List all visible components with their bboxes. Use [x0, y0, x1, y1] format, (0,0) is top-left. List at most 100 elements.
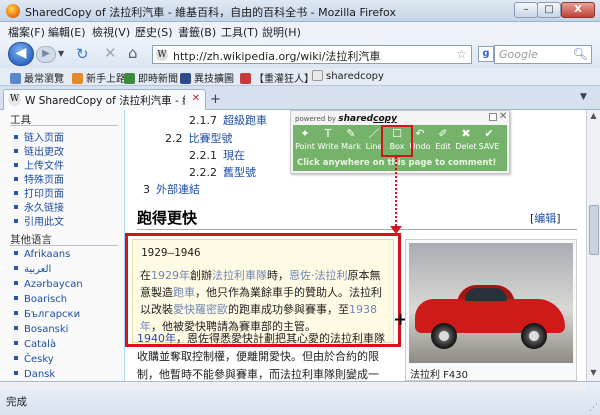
tab-title: W SharedCopy of 法拉利汽車 - 維基百...: [25, 95, 185, 107]
close-window-button[interactable]: X: [561, 2, 595, 18]
link-sportscar[interactable]: 跑車: [173, 286, 195, 299]
paragraph-line: 以改裝愛快羅密歐的跑車成功參與賽事，至1938: [140, 301, 377, 318]
ferrari-car-image[interactable]: [409, 243, 573, 363]
toc-label: 現在: [223, 149, 245, 162]
url-text[interactable]: http://zh.wikipedia.org/wiki/法拉利汽車: [173, 48, 380, 64]
minimize-button[interactable]: –: [514, 2, 538, 18]
sidebar-item-lang[interactable]: Azərbaycan: [14, 279, 83, 290]
callout-arrow-icon: [390, 226, 402, 234]
bookmark-item[interactable]: 異技擴圖: [180, 70, 234, 85]
menu-tools[interactable]: 工具(T): [221, 24, 258, 40]
bookmark-star-icon[interactable]: ☆: [456, 47, 467, 61]
menu-bookmarks[interactable]: 書籤(B): [178, 24, 216, 40]
sidebar-item-print[interactable]: 打印页面: [14, 185, 64, 200]
navigation-toolbar: ◀ ▶ ▼ ↻ ✕ ⌂ W http://zh.wikipedia.org/wi…: [0, 40, 600, 68]
bookmark-label: 新手上路: [86, 74, 126, 85]
link-1938[interactable]: 1938: [349, 303, 377, 316]
close-icon[interactable]: ✕: [499, 111, 507, 122]
toc-item[interactable]: 3 外部連結: [143, 181, 200, 197]
menu-file[interactable]: 檔案(F): [8, 24, 45, 40]
scroll-down-icon[interactable]: ▼: [588, 368, 599, 380]
tab-active[interactable]: W W SharedCopy of 法拉利汽車 - 維基百... ✕: [3, 89, 206, 110]
link-enzo[interactable]: 恩佐·法拉利: [289, 269, 348, 282]
sidebar-item-label: Bosanski: [24, 324, 69, 335]
home-icon[interactable]: ⌂: [128, 44, 138, 62]
menu-view[interactable]: 檢視(V): [92, 24, 130, 40]
close-tab-icon[interactable]: ✕: [192, 93, 200, 104]
sidebar-item-lang[interactable]: Afrikaans: [14, 249, 70, 260]
text: 的跑車成功參與賽事，至: [228, 303, 349, 316]
edit-section-link[interactable]: [编辑]: [530, 210, 561, 226]
bullet-icon: [14, 356, 18, 360]
link-1929[interactable]: 1929年: [151, 269, 190, 282]
text: 創辦: [190, 269, 212, 282]
sidebar-item-upload[interactable]: 上传文件: [14, 157, 64, 172]
new-tab-button[interactable]: +: [210, 92, 221, 107]
link-scuderia[interactable]: 法拉利車隊: [212, 269, 267, 282]
toc-item[interactable]: 2.2.1 現在: [189, 147, 245, 163]
bullet-icon: [14, 311, 18, 315]
check-icon: ✔: [484, 127, 494, 140]
status-bar: 完成 ⋰: [0, 381, 600, 415]
paragraph-line: 制，他暫時不能參與賽車，而法拉利車隊則變成一: [137, 368, 379, 381]
link-1940[interactable]: 1940年: [137, 332, 176, 345]
sidebar-item-lang[interactable]: Boarisch: [14, 294, 67, 305]
edit-label: 编辑: [534, 212, 557, 225]
menu-history[interactable]: 歷史(S): [135, 24, 173, 40]
forward-button[interactable]: ▶: [36, 46, 56, 63]
sidebar-item-lang[interactable]: Bosanski: [14, 324, 68, 335]
scroll-thumb[interactable]: [589, 205, 599, 255]
menu-edit[interactable]: 編輯(E): [48, 24, 86, 40]
brand-part: copy: [373, 114, 397, 124]
toc-item[interactable]: 2.1.7 超級跑車: [189, 112, 267, 128]
sidebar-item-label: Български: [24, 309, 81, 320]
sidebar-item-lang[interactable]: Česky: [14, 354, 54, 365]
bookmark-item[interactable]: 即時新聞: [124, 70, 178, 85]
bullet-icon: [14, 177, 18, 181]
ferrari-photo-thumbnail[interactable]: 法拉利 F430: [405, 239, 577, 381]
tool-label: Point: [295, 142, 315, 151]
sidebar-item-lang[interactable]: Български: [14, 309, 80, 320]
history-dropdown-icon[interactable]: ▼: [58, 49, 64, 58]
sidebar-item-whatlinkshere[interactable]: 链入页面: [14, 129, 64, 144]
sidebar-item-specialpages[interactable]: 特殊页面: [14, 171, 64, 186]
bookmark-item[interactable]: sharedcopy: [312, 70, 384, 82]
toc-item[interactable]: 2.2 比賽型號: [165, 130, 233, 146]
bookmark-item[interactable]: 最常瀏覽: [10, 70, 64, 85]
bookmark-item[interactable]: 【重灌狂人】: [240, 70, 314, 85]
paragraph-line: 收購並奪取控制權，便離開愛快。但由於合約的限: [137, 350, 379, 363]
scroll-up-icon[interactable]: ▲: [588, 111, 599, 123]
tool-delete-button[interactable]: ✖ Delet: [454, 127, 478, 167]
vertical-scrollbar[interactable]: ▲ ▼: [586, 110, 600, 381]
paragraph-line: 意製造跑車，他只作為業餘車手的贊助人。法拉利: [140, 284, 382, 301]
link-alfa-romeo[interactable]: 愛快羅密歐: [173, 303, 228, 316]
powered-by-label: powered by sharedcopy: [295, 114, 397, 124]
back-button[interactable]: ◀: [8, 42, 34, 66]
bullet-icon: [14, 191, 18, 195]
sidebar-item-lang[interactable]: Català: [14, 339, 56, 350]
sidebar-item-relatedchanges[interactable]: 链出更改: [14, 143, 64, 158]
search-engine-icon[interactable]: g: [478, 46, 494, 62]
minimize-icon[interactable]: [489, 113, 497, 121]
sidebar-item-permalink[interactable]: 永久链接: [14, 199, 64, 214]
url-field[interactable]: W http://zh.wikipedia.org/wiki/法拉利汽車 ☆: [152, 45, 472, 64]
bookmark-item[interactable]: 新手上路: [72, 70, 126, 85]
maximize-button[interactable]: □: [537, 2, 561, 18]
toc-number: 2.2.1: [189, 149, 217, 162]
search-input[interactable]: Google 🔍︎: [494, 45, 592, 64]
sidebar-item-cite[interactable]: 引用此文: [14, 213, 64, 228]
text: 原本無: [347, 269, 381, 282]
powered-text: powered by: [295, 115, 337, 123]
menu-help[interactable]: 說明(H): [262, 24, 301, 40]
resize-grip-icon[interactable]: ⋰: [589, 403, 598, 413]
stop-icon[interactable]: ✕: [104, 44, 117, 62]
tab-list-icon[interactable]: ▼: [580, 92, 587, 102]
horizontal-scrollbar[interactable]: [0, 382, 586, 390]
paragraph-line: 在1929年創辦法拉利車隊時，恩佐·法拉利原本無: [140, 267, 381, 284]
search-icon[interactable]: 🔍︎: [573, 47, 588, 61]
sidebar-item-lang[interactable]: العربية: [14, 264, 51, 275]
tool-save-button[interactable]: ✔ SAVE: [477, 127, 501, 167]
toc-item[interactable]: 2.2.2 舊型號: [189, 164, 256, 180]
sidebar-item-lang[interactable]: Dansk: [14, 369, 55, 380]
reload-icon[interactable]: ↻: [76, 45, 89, 63]
